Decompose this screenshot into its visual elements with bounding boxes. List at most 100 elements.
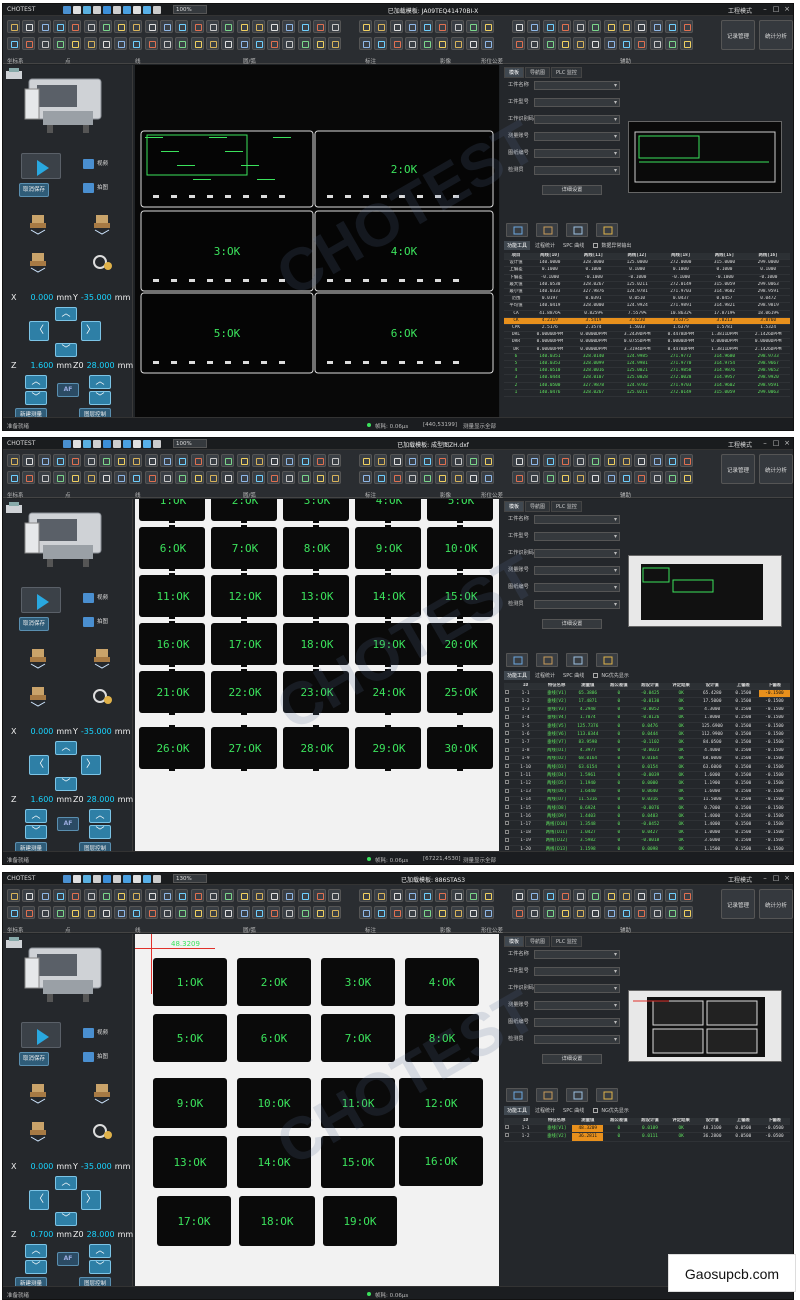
delete-icon[interactable] bbox=[566, 223, 588, 237]
ribbon-tool-icon[interactable] bbox=[511, 889, 525, 902]
ribbon-tool-icon[interactable] bbox=[634, 471, 648, 484]
panel-tab[interactable]: 导航图 bbox=[525, 501, 551, 512]
ribbon-tool-icon[interactable] bbox=[98, 906, 112, 919]
ribbon-tool-icon[interactable] bbox=[144, 37, 158, 50]
ribbon-tool-icon[interactable] bbox=[542, 37, 556, 50]
ribbon-tool-icon[interactable] bbox=[634, 20, 648, 33]
form-select[interactable] bbox=[534, 984, 620, 993]
ribbon-tool-icon[interactable] bbox=[588, 37, 602, 50]
z-up-button[interactable]: ︿ bbox=[25, 375, 47, 389]
ribbon-tool-icon[interactable] bbox=[297, 37, 311, 50]
panel-tab[interactable]: PLC 监控 bbox=[551, 67, 582, 78]
panel-tab[interactable]: 模板 bbox=[504, 936, 525, 947]
form-select[interactable] bbox=[534, 149, 620, 158]
ribbon-tool-icon[interactable] bbox=[389, 37, 403, 50]
ribbon-tool-icon[interactable] bbox=[603, 471, 617, 484]
ribbon-tool-icon[interactable] bbox=[129, 454, 143, 467]
result-subtab[interactable]: SPC 曲线 bbox=[560, 671, 587, 680]
detail-settings-button[interactable]: 详细设置 bbox=[542, 185, 602, 195]
table-row[interactable]: 3 140.0444 328.0107 125.0028 272.0028 314.995… bbox=[504, 374, 790, 383]
quick-tool-icon[interactable] bbox=[153, 6, 161, 14]
table-row[interactable]: 设计值 140.0000 328.0000 125.0000 272.0000 315.0… bbox=[504, 259, 790, 268]
ribbon-tool-icon[interactable] bbox=[664, 37, 678, 50]
ribbon-tool-icon[interactable] bbox=[83, 471, 97, 484]
light-side-icon[interactable] bbox=[27, 685, 49, 707]
run-button[interactable] bbox=[21, 1022, 61, 1048]
ribbon-tool-icon[interactable] bbox=[83, 454, 97, 467]
z0-up-button[interactable]: ︿ bbox=[89, 375, 111, 389]
ribbon-tool-icon[interactable] bbox=[175, 906, 189, 919]
delete-icon[interactable] bbox=[566, 653, 588, 667]
ribbon-tool-icon[interactable] bbox=[619, 454, 632, 467]
ribbon-tool-icon[interactable] bbox=[98, 454, 112, 467]
ribbon-tool-icon[interactable] bbox=[37, 37, 51, 50]
ribbon-tool-icon[interactable] bbox=[313, 906, 326, 919]
table-row[interactable]: 1-13 两线[D6] 1.6440 0 0.0640 OK 1.6000 0.1500 -0.… bbox=[504, 788, 790, 797]
ribbon-tool-icon[interactable] bbox=[205, 454, 219, 467]
ribbon-tool-icon[interactable] bbox=[328, 906, 342, 919]
move-down-button[interactable]: ﹀ bbox=[55, 343, 77, 357]
ribbon-tool-icon[interactable] bbox=[389, 471, 403, 484]
table-row[interactable]: CK 4.2319 3.5419 3.6230 3.6375 3.8213 3.8760 bbox=[504, 317, 790, 326]
ribbon-tool-icon[interactable] bbox=[664, 889, 678, 902]
ribbon-tool-icon[interactable] bbox=[175, 454, 189, 467]
light-settings-icon[interactable] bbox=[91, 251, 113, 273]
ribbon-tool-icon[interactable] bbox=[481, 889, 495, 902]
camera-viewport[interactable]: 2:OK 3:OK 4:OK 5:OK 6:OK bbox=[135, 65, 499, 417]
ribbon-tool-icon[interactable] bbox=[236, 20, 250, 33]
ribbon-tool-icon[interactable] bbox=[481, 906, 495, 919]
ribbon-tool-icon[interactable] bbox=[236, 906, 250, 919]
ribbon-tool-icon[interactable] bbox=[251, 889, 265, 902]
form-select[interactable] bbox=[534, 166, 620, 175]
ribbon-tool-icon[interactable] bbox=[450, 471, 464, 484]
ribbon-tool-icon[interactable] bbox=[680, 471, 694, 484]
ribbon-tool-icon[interactable] bbox=[52, 471, 66, 484]
table-row[interactable]: 4 140.0510 328.0016 125.0021 271.9858 314.987… bbox=[504, 367, 790, 376]
ribbon-tool-icon[interactable] bbox=[175, 889, 189, 902]
ribbon-tool-icon[interactable] bbox=[511, 454, 525, 467]
ribbon-tool-icon[interactable] bbox=[251, 454, 265, 467]
ribbon-tool-icon[interactable] bbox=[7, 37, 20, 50]
table-row[interactable]: 1-16 两线[D9] 1.4403 0 0.0403 OK 1.4000 0.1500 -0.… bbox=[504, 812, 790, 822]
ribbon-tool-icon[interactable] bbox=[160, 37, 173, 50]
ribbon-tool-icon[interactable] bbox=[7, 889, 20, 902]
ribbon-tool-icon[interactable] bbox=[527, 889, 541, 902]
mode-label[interactable]: 工程模式 bbox=[728, 875, 752, 884]
table-row[interactable]: 1-3 垂线[V3] 4.2948 0 -0.0052 OK 4.3000 0.1500 -0.… bbox=[504, 706, 790, 715]
z0-down-button[interactable]: ﹀ bbox=[89, 391, 111, 405]
ribbon-tool-icon[interactable] bbox=[680, 454, 694, 467]
ribbon-tool-icon[interactable] bbox=[435, 889, 449, 902]
quick-tool-icon[interactable] bbox=[153, 440, 161, 448]
table-row[interactable]: 1-10 两线[D3] 63.6154 0 0.0154 OK 63.6000 0.1500-… bbox=[504, 763, 790, 773]
export-icon[interactable] bbox=[536, 653, 558, 667]
z0-down-button[interactable]: ﹀ bbox=[89, 825, 111, 839]
quick-tool-icon[interactable] bbox=[103, 875, 111, 883]
z0-down-button[interactable]: ﹀ bbox=[89, 1260, 111, 1274]
form-select[interactable] bbox=[534, 549, 620, 558]
quick-tool-icon[interactable] bbox=[83, 875, 91, 883]
mode-label[interactable]: 工程模式 bbox=[728, 440, 752, 449]
ribbon-tool-icon[interactable] bbox=[190, 20, 204, 33]
stat-analysis-button[interactable]: 统计分析 bbox=[759, 889, 793, 919]
ribbon-tool-icon[interactable] bbox=[282, 889, 296, 902]
ribbon-tool-icon[interactable] bbox=[328, 889, 342, 902]
ribbon-tool-icon[interactable] bbox=[267, 906, 281, 919]
minimize-icon[interactable]: – bbox=[761, 439, 769, 447]
ribbon-tool-icon[interactable] bbox=[450, 454, 464, 467]
move-left-button[interactable]: 〈 bbox=[29, 1190, 49, 1210]
result-subtab[interactable]: SPC 曲线 bbox=[560, 241, 587, 250]
table-row[interactable]: 下偏差 -0.1000 -0.1000 -0.1000 -0.1000 -0.1000 -0… bbox=[504, 274, 790, 282]
table-row[interactable]: 1-15 两线[D8] 0.6924 0 -0.0076 OK 0.7000 0.1500 -0… bbox=[504, 804, 790, 814]
ribbon-tool-icon[interactable] bbox=[389, 20, 403, 33]
ribbon-tool-icon[interactable] bbox=[313, 37, 326, 50]
ribbon-tool-icon[interactable] bbox=[557, 471, 571, 484]
light-top-icon[interactable] bbox=[27, 1082, 49, 1104]
ribbon-tool-icon[interactable] bbox=[236, 37, 250, 50]
ribbon-tool-icon[interactable] bbox=[619, 889, 632, 902]
ribbon-tool-icon[interactable] bbox=[190, 906, 204, 919]
table-row[interactable]: 1-8 两线[D1] 4.3977 0 -0.0023 OK 4.4000 0.1500 -0.… bbox=[504, 747, 790, 756]
ribbon-tool-icon[interactable] bbox=[664, 906, 678, 919]
close-icon[interactable]: × bbox=[783, 874, 791, 882]
form-select[interactable] bbox=[534, 98, 620, 107]
ribbon-tool-icon[interactable] bbox=[129, 20, 143, 33]
